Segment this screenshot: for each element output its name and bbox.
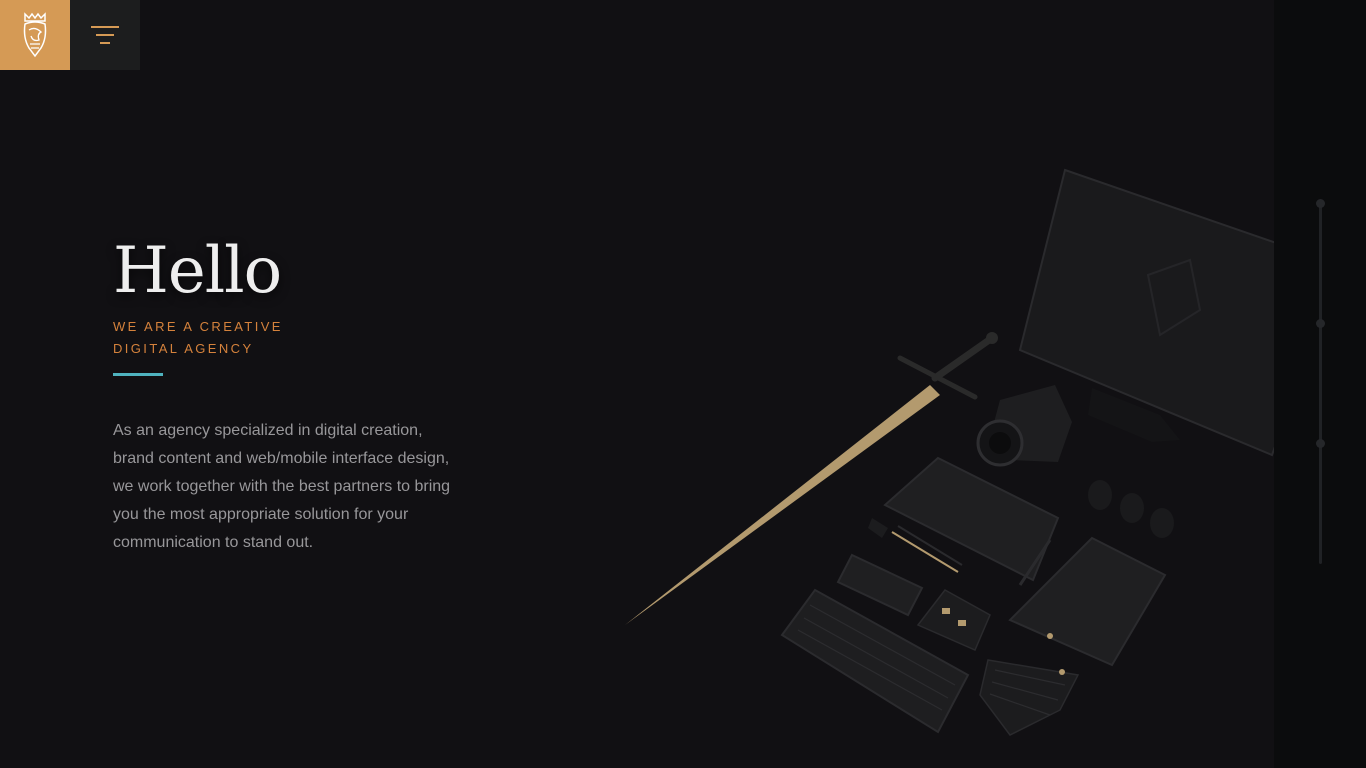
logo[interactable] xyxy=(0,0,70,70)
tablet-image xyxy=(883,456,1060,582)
color-swatch-fan-image xyxy=(979,659,1080,736)
desk-flatlay-illustration xyxy=(625,168,1342,736)
accent-divider xyxy=(113,373,163,376)
camera-image xyxy=(976,385,1072,467)
slide-nav-dot-2[interactable] xyxy=(1316,319,1325,328)
hero-tagline: WE ARE A CREATIVE DIGITAL AGENCY xyxy=(113,319,283,356)
hamburger-menu-icon xyxy=(91,26,119,44)
lion-crest-icon xyxy=(23,12,47,58)
hero-description: As an agency specialized in digital crea… xyxy=(113,422,451,551)
top-bar xyxy=(0,0,140,70)
slide-nav-dot-1[interactable] xyxy=(1316,199,1325,208)
hero-section: Hello WE ARE A CREATIVE DIGITAL AGENCY A… xyxy=(113,232,473,573)
figurines-image xyxy=(1088,480,1174,538)
slide-nav-dot-3[interactable] xyxy=(1316,439,1325,448)
phone-image xyxy=(836,553,924,617)
slide-nav-track xyxy=(1319,203,1322,564)
hero-title: Hello xyxy=(113,234,282,308)
business-cards-image xyxy=(916,589,991,651)
menu-button[interactable] xyxy=(70,0,140,70)
